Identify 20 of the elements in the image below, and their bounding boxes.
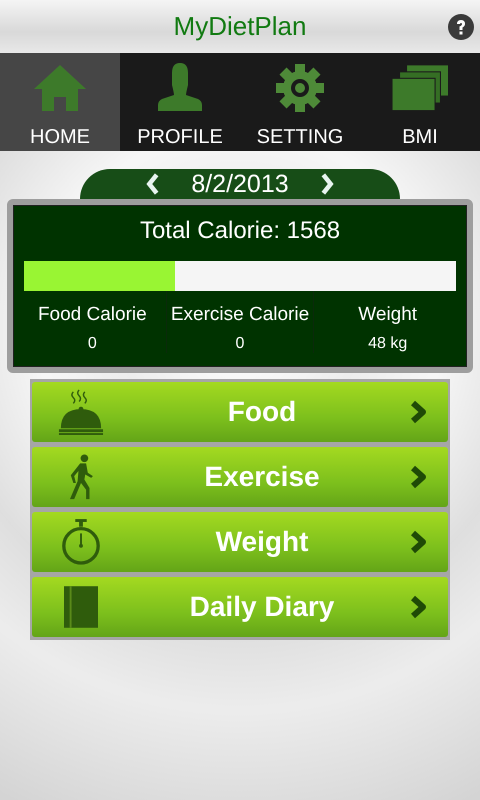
- chevron-right-icon: [408, 400, 428, 424]
- help-icon[interactable]: [447, 13, 475, 41]
- chevron-right-icon: [408, 465, 428, 489]
- stat-label: Food Calorie: [38, 303, 147, 327]
- total-calorie-label: Total Calorie: 1568: [140, 216, 340, 246]
- chevron-right-icon: [408, 595, 428, 619]
- stat-label: Weight: [358, 303, 418, 327]
- stat-label: Exercise Calorie: [170, 303, 310, 327]
- stat-value: 0: [88, 335, 97, 353]
- stat-value: 0: [236, 335, 244, 353]
- date-label: 8/2/2013: [191, 170, 289, 198]
- stat-value: 48 kg: [368, 335, 408, 353]
- app-title: MyDietPlan: [174, 11, 306, 42]
- cloche-icon: [58, 388, 104, 436]
- nav-tab[interactable]: HOME: [0, 53, 120, 151]
- chevron-right-icon: [408, 530, 428, 554]
- previous-date-icon[interactable]: [145, 173, 162, 195]
- next-date-icon[interactable]: [318, 173, 335, 195]
- stopwatch-icon: [60, 517, 102, 567]
- book-icon: [64, 586, 98, 628]
